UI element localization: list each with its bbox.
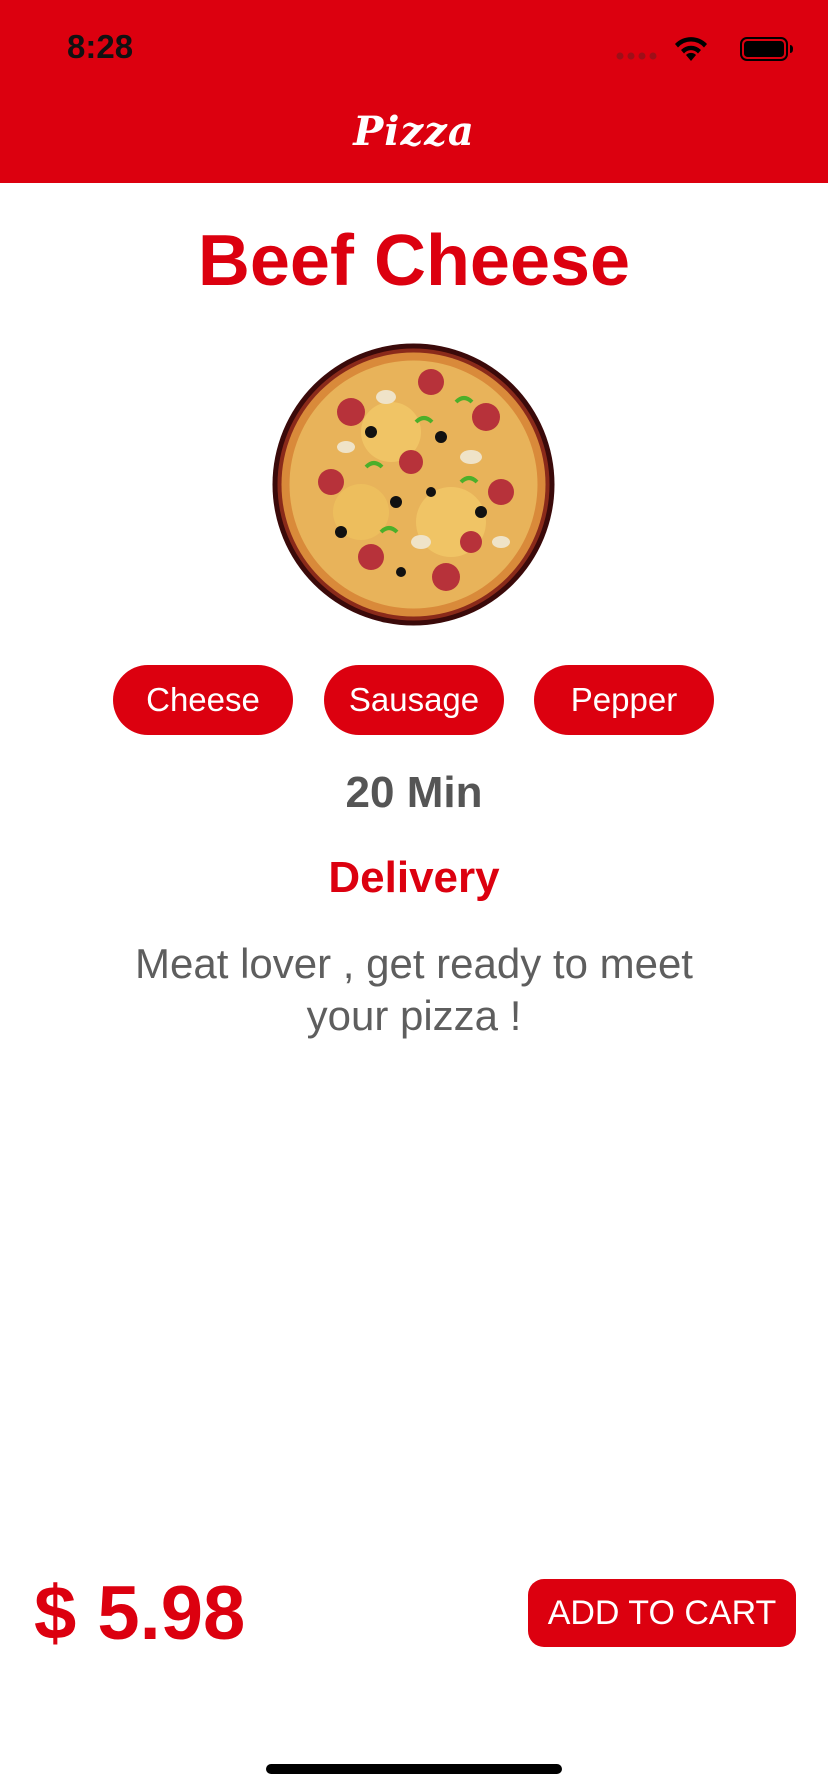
- pizza-description: Meat lover , get ready to meet your pizz…: [135, 940, 693, 1039]
- add-to-cart-button[interactable]: ADD TO CART: [528, 1579, 796, 1647]
- wifi-icon: [675, 37, 707, 61]
- toppings-row: Cheese Sausage Pepper: [0, 665, 828, 735]
- home-indicator[interactable]: [266, 1764, 562, 1774]
- nav-header: 8:28 Pizza: [0, 0, 828, 183]
- app-logo-title: Pizza: [353, 108, 475, 155]
- topping-chip-sausage[interactable]: Sausage: [324, 665, 504, 735]
- battery-icon: [740, 37, 793, 61]
- price: $ 5.98: [34, 1571, 246, 1656]
- pizza-image: [272, 343, 555, 626]
- cellular-signal-icon: [616, 52, 657, 60]
- pizza-title: Beef Cheese: [197, 221, 631, 301]
- topping-chip-pepper[interactable]: Pepper: [534, 665, 714, 735]
- delivery-label: Delivery: [328, 853, 500, 902]
- prep-time: 20 Min: [345, 768, 483, 817]
- topping-chip-cheese[interactable]: Cheese: [113, 665, 293, 735]
- status-icons: [594, 36, 794, 64]
- status-time: 8:28: [67, 28, 134, 65]
